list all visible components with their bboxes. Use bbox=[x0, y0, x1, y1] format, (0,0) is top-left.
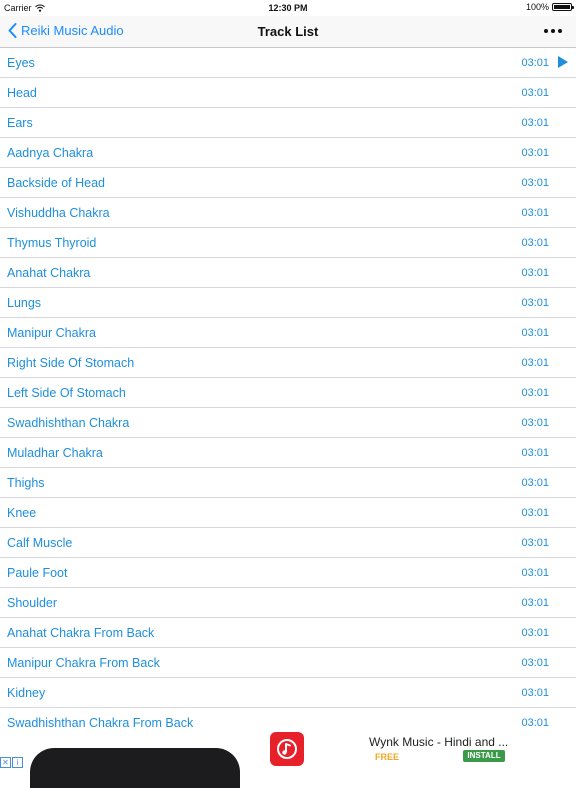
page-title: Track List bbox=[257, 24, 319, 39]
track-row[interactable]: Thighs 03:01 bbox=[0, 468, 576, 498]
ad-close-icon[interactable]: ✕ bbox=[0, 757, 11, 768]
track-title: Paule Foot bbox=[7, 566, 68, 580]
track-duration: 03:01 bbox=[521, 117, 549, 129]
ad-background-image bbox=[30, 748, 240, 788]
track-row[interactable]: Shoulder 03:01 bbox=[0, 588, 576, 618]
track-row[interactable]: Anahat Chakra 03:01 bbox=[0, 258, 576, 288]
more-icon[interactable] bbox=[544, 29, 562, 33]
track-row[interactable]: Muladhar Chakra 03:01 bbox=[0, 438, 576, 468]
track-title: Calf Muscle bbox=[7, 536, 73, 550]
track-duration: 03:01 bbox=[521, 297, 549, 309]
battery-fill bbox=[554, 5, 570, 9]
ad-price-label: FREE bbox=[375, 752, 400, 762]
track-row[interactable]: Right Side Of Stomach 03:01 bbox=[0, 348, 576, 378]
track-row[interactable]: Kidney 03:01 bbox=[0, 678, 576, 708]
track-title: Right Side Of Stomach bbox=[7, 356, 135, 370]
track-duration: 03:01 bbox=[521, 87, 549, 99]
track-title: Backside of Head bbox=[7, 176, 105, 190]
track-title: Manipur Chakra From Back bbox=[7, 656, 160, 670]
track-title: Eyes bbox=[7, 56, 35, 70]
battery-percent: 100% bbox=[525, 2, 549, 12]
track-row[interactable]: Manipur Chakra 03:01 bbox=[0, 318, 576, 348]
track-duration: 03:01 bbox=[521, 477, 549, 489]
track-title: Ears bbox=[7, 116, 33, 130]
track-duration: 03:01 bbox=[521, 657, 549, 669]
track-duration: 03:01 bbox=[521, 237, 549, 249]
track-list: Eyes 03:01 Head 03:01 Ears 03:01 Aadnya Chakra… bbox=[0, 48, 576, 738]
track-duration: 03:01 bbox=[521, 357, 549, 369]
track-duration: 03:01 bbox=[521, 177, 549, 189]
track-title: Anahat Chakra From Back bbox=[7, 626, 155, 640]
track-row[interactable]: Left Side Of Stomach 03:01 bbox=[0, 378, 576, 408]
track-title: Head bbox=[7, 86, 37, 100]
play-icon[interactable] bbox=[558, 56, 568, 68]
track-duration: 03:01 bbox=[521, 597, 549, 609]
track-duration: 03:01 bbox=[521, 57, 549, 69]
track-duration: 03:01 bbox=[521, 267, 549, 279]
track-title: Thighs bbox=[7, 476, 45, 490]
track-row[interactable]: Manipur Chakra From Back 03:01 bbox=[0, 648, 576, 678]
track-row[interactable]: Eyes 03:01 bbox=[0, 48, 576, 78]
track-duration: 03:01 bbox=[521, 327, 549, 339]
track-title: Aadnya Chakra bbox=[7, 146, 94, 160]
navigation-bar: Reiki Music Audio Track List bbox=[0, 16, 576, 48]
ad-app-name[interactable]: Wynk Music - Hindi and ... bbox=[369, 735, 508, 749]
track-duration: 03:01 bbox=[521, 147, 549, 159]
track-duration: 03:01 bbox=[521, 417, 549, 429]
track-row[interactable]: Knee 03:01 bbox=[0, 498, 576, 528]
music-note-icon bbox=[277, 739, 297, 759]
track-title: Knee bbox=[7, 506, 37, 520]
track-duration: 03:01 bbox=[521, 627, 549, 639]
track-duration: 03:01 bbox=[521, 387, 549, 399]
track-row[interactable]: Lungs 03:01 bbox=[0, 288, 576, 318]
track-row[interactable]: Swadhishthan Chakra 03:01 bbox=[0, 408, 576, 438]
status-bar: Carrier 12:30 PM 100% bbox=[0, 0, 576, 16]
track-title: Muladhar Chakra bbox=[7, 446, 103, 460]
ad-banner[interactable]: ✕ i Wynk Music - Hindi and ... FREE INST… bbox=[0, 728, 576, 788]
ad-app-icon[interactable] bbox=[270, 732, 304, 766]
track-row[interactable]: Aadnya Chakra 03:01 bbox=[0, 138, 576, 168]
battery-icon bbox=[552, 3, 574, 11]
battery-group: 100% bbox=[525, 2, 574, 12]
track-title: Left Side Of Stomach bbox=[7, 386, 126, 400]
track-duration: 03:01 bbox=[521, 687, 549, 699]
track-title: Lungs bbox=[7, 296, 42, 310]
track-duration: 03:01 bbox=[521, 507, 549, 519]
ad-install-button[interactable]: INSTALL bbox=[463, 750, 505, 762]
track-row[interactable]: Paule Foot 03:01 bbox=[0, 558, 576, 588]
track-title: Swadhishthan Chakra bbox=[7, 416, 130, 430]
track-row[interactable]: Calf Muscle 03:01 bbox=[0, 528, 576, 558]
track-title: Manipur Chakra bbox=[7, 326, 96, 340]
track-duration: 03:01 bbox=[521, 537, 549, 549]
track-duration: 03:01 bbox=[521, 567, 549, 579]
track-duration: 03:01 bbox=[521, 207, 549, 219]
track-title: Thymus Thyroid bbox=[7, 236, 97, 250]
ad-info-icon[interactable]: i bbox=[12, 757, 23, 768]
track-row[interactable]: Anahat Chakra From Back 03:01 bbox=[0, 618, 576, 648]
track-row[interactable]: Backside of Head 03:01 bbox=[0, 168, 576, 198]
ad-corner-controls: ✕ i bbox=[0, 757, 23, 768]
track-row[interactable]: Thymus Thyroid 03:01 bbox=[0, 228, 576, 258]
track-title: Kidney bbox=[7, 686, 46, 700]
track-duration: 03:01 bbox=[521, 447, 549, 459]
track-row[interactable]: Ears 03:01 bbox=[0, 108, 576, 138]
track-title: Vishuddha Chakra bbox=[7, 206, 110, 220]
track-row[interactable]: Vishuddha Chakra 03:01 bbox=[0, 198, 576, 228]
track-title: Anahat Chakra bbox=[7, 266, 91, 280]
track-row[interactable]: Head 03:01 bbox=[0, 78, 576, 108]
status-time: 12:30 PM bbox=[268, 3, 308, 13]
track-title: Shoulder bbox=[7, 596, 58, 610]
